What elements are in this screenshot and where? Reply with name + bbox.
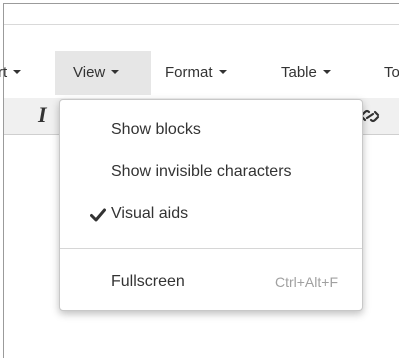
editor-top-strip [4,4,399,25]
menu-table-label: Table [281,64,317,81]
menu-item-show-blocks[interactable]: Show blocks [60,112,362,148]
menu-divider [60,248,362,249]
view-dropdown-menu: Show blocks Show invisible characters Vi… [59,99,363,311]
menu-item-label: Visual aids [111,205,189,222]
menu-item-label: Show blocks [111,121,201,138]
chevron-down-icon [322,70,331,75]
menu-item-label: Show invisible characters [111,163,292,180]
chevron-down-icon [13,70,22,75]
menu-view[interactable]: View [55,51,151,95]
menu-tools-label: To [384,64,399,81]
chevron-down-icon [218,70,227,75]
menu-format-label: Format [165,64,213,81]
menu-item-fullscreen[interactable]: Fullscreen Ctrl+Alt+F [60,264,362,300]
menubar: rt View Format Table To [0,48,399,98]
italic-icon[interactable]: I [38,102,47,128]
checkmark-icon [90,208,106,222]
menu-insert-label: rt [0,64,8,81]
menu-item-shortcut: Ctrl+Alt+F [274,274,338,290]
menu-tools[interactable]: To [384,51,399,95]
chevron-down-icon [111,70,120,75]
menu-insert[interactable]: rt [0,51,22,95]
menu-table[interactable]: Table [281,51,331,95]
menu-item-show-invisible-characters[interactable]: Show invisible characters [60,154,362,190]
editor-frame: rt View Format Table To I Show blocks Sh… [0,3,399,358]
menu-format[interactable]: Format [165,51,227,95]
menu-item-visual-aids[interactable]: Visual aids [60,196,362,232]
menu-view-label: View [73,64,106,81]
menu-item-label: Fullscreen [111,273,185,290]
